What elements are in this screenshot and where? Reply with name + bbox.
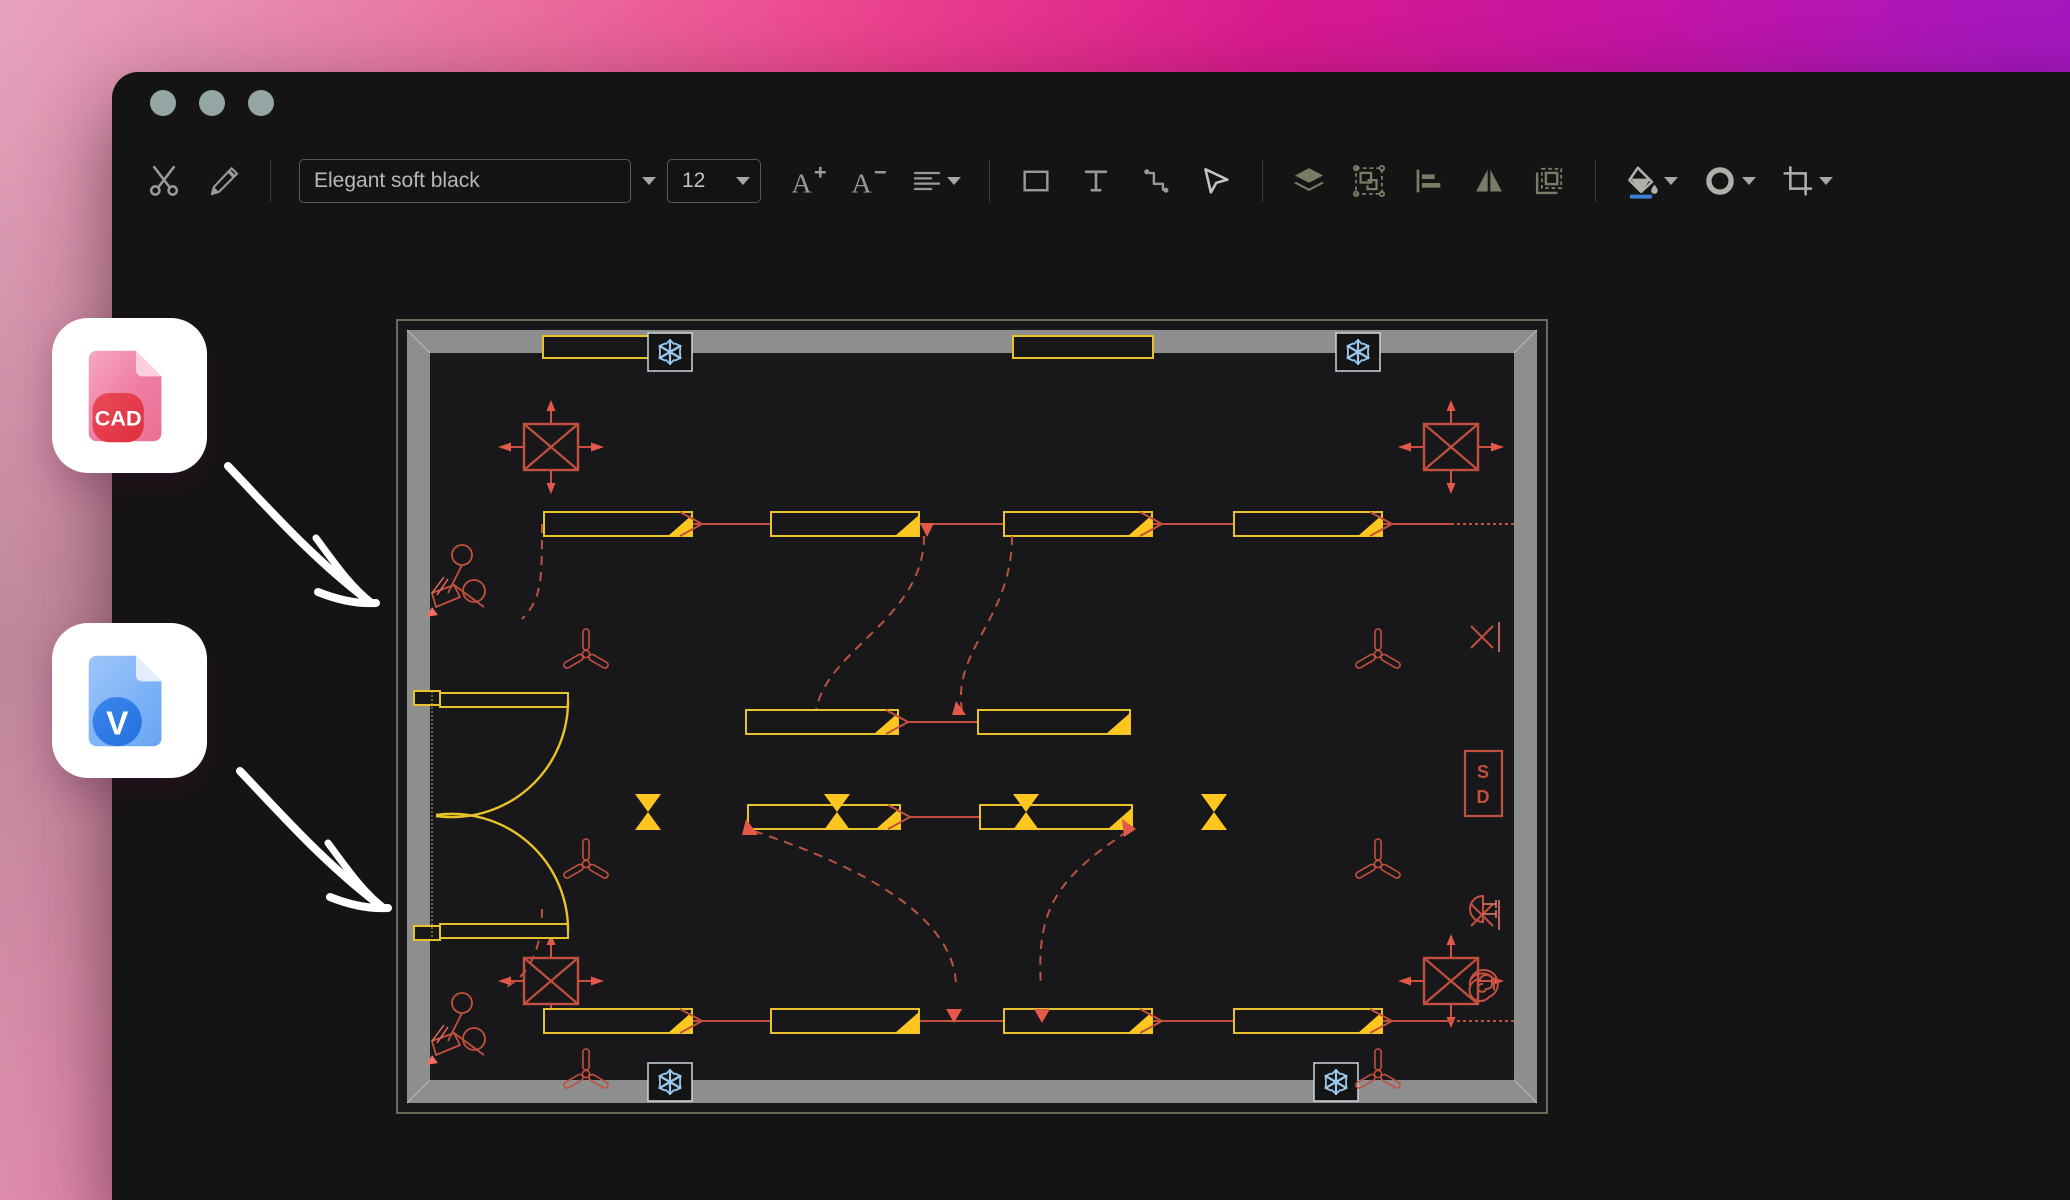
rectangle-icon bbox=[1023, 170, 1049, 192]
toolbar-divider-3 bbox=[1262, 160, 1263, 202]
cad-file-icon: CAD bbox=[88, 350, 161, 442]
chevron-down-icon bbox=[947, 177, 961, 185]
chevron-down-icon bbox=[1819, 177, 1833, 185]
canvas-area[interactable]: S D bbox=[112, 228, 2070, 1200]
toolbar: Elegant soft black 12 A A bbox=[112, 134, 2070, 228]
cad-drawing[interactable]: S D bbox=[396, 319, 1548, 1114]
toolbar-divider-4 bbox=[1595, 160, 1596, 202]
format-painter-button[interactable] bbox=[194, 151, 254, 211]
smoke-detector-label-s: S bbox=[1477, 762, 1489, 782]
chevron-down-icon bbox=[736, 177, 750, 185]
duct-run-top bbox=[543, 511, 1516, 537]
duct-segment bbox=[747, 804, 901, 830]
visio-file-icon: V bbox=[88, 655, 161, 746]
font-name-dropdown-button[interactable] bbox=[631, 159, 667, 203]
svg-text:A: A bbox=[791, 169, 811, 200]
chevron-down-icon bbox=[1664, 177, 1678, 185]
duct-segment bbox=[1233, 1008, 1383, 1034]
font-size-value: 12 bbox=[682, 169, 706, 192]
smoke-detector-label-d: D bbox=[1477, 787, 1490, 807]
crop-icon bbox=[1783, 166, 1813, 196]
font-name-value: Elegant soft black bbox=[314, 169, 480, 192]
connector-icon bbox=[1144, 169, 1169, 193]
walls bbox=[406, 329, 1538, 1104]
increase-font-size-button[interactable]: A bbox=[779, 151, 839, 211]
insert-text-button[interactable] bbox=[1066, 151, 1126, 211]
visio-badge-label: V bbox=[106, 705, 129, 742]
chevron-down-icon bbox=[642, 177, 656, 185]
toolbar-divider-2 bbox=[989, 160, 990, 202]
line-color-button[interactable] bbox=[1690, 151, 1768, 211]
fill-bucket-icon bbox=[1628, 166, 1658, 199]
text-align-button[interactable] bbox=[899, 151, 973, 211]
font-size-input[interactable]: 12 bbox=[667, 159, 761, 203]
layers-button[interactable] bbox=[1279, 151, 1339, 211]
arrange-icon bbox=[1535, 167, 1563, 195]
chevron-down-icon bbox=[1742, 177, 1756, 185]
group-objects-button[interactable] bbox=[1339, 151, 1399, 211]
snowflake-badge-bottom-right bbox=[1313, 1062, 1359, 1102]
arrange-button[interactable] bbox=[1519, 151, 1579, 211]
text-icon bbox=[1084, 170, 1108, 192]
window-minimize-button[interactable] bbox=[199, 90, 225, 116]
window-maximize-button[interactable] bbox=[248, 90, 274, 116]
svg-text:A: A bbox=[851, 169, 871, 200]
align-objects-button[interactable] bbox=[1399, 151, 1459, 211]
circle-outline-icon bbox=[1706, 167, 1734, 195]
scissors-icon bbox=[149, 165, 179, 196]
duct-segment bbox=[1003, 511, 1153, 537]
flip-button[interactable] bbox=[1459, 151, 1519, 211]
cut-button[interactable] bbox=[134, 151, 194, 211]
duct-segment bbox=[1003, 1008, 1153, 1034]
duct-run-bottom bbox=[543, 1008, 1516, 1034]
group-icon bbox=[1352, 164, 1386, 198]
snowflake-badge-top-right bbox=[1335, 332, 1381, 372]
window-titlebar bbox=[112, 72, 2070, 134]
duct-segment bbox=[770, 1008, 920, 1034]
align-objects-icon bbox=[1416, 169, 1441, 193]
snowflake-badge-bottom-left bbox=[647, 1062, 693, 1102]
paint-brush-icon bbox=[210, 166, 239, 196]
layers-icon bbox=[1294, 168, 1324, 192]
decrease-font-size-button[interactable]: A bbox=[839, 151, 899, 211]
screenshot-stage: Elegant soft black 12 A A S D CAD V bbox=[0, 0, 2070, 1200]
font-grow-icon: A bbox=[791, 166, 826, 200]
align-left-icon bbox=[913, 171, 941, 191]
duct-segment bbox=[979, 804, 1133, 830]
duct-segment bbox=[745, 709, 899, 735]
app-window: Elegant soft black 12 A A S D bbox=[112, 72, 2070, 1200]
duct-segment bbox=[770, 511, 920, 537]
crop-button[interactable] bbox=[1768, 151, 1846, 211]
duct-segment bbox=[977, 709, 1131, 735]
cad-floor-plan-svg: S D bbox=[396, 319, 1548, 1114]
font-shrink-icon: A bbox=[851, 169, 886, 200]
toolbar-divider-1 bbox=[270, 160, 271, 202]
duct-segment bbox=[543, 1008, 693, 1034]
duct-segment bbox=[1233, 511, 1383, 537]
window-close-button[interactable] bbox=[150, 90, 176, 116]
fill-color-button[interactable] bbox=[1612, 151, 1690, 211]
visio-file-icon-card[interactable]: V bbox=[52, 623, 207, 778]
pointer-tool-button[interactable] bbox=[1186, 151, 1246, 211]
font-name-input[interactable]: Elegant soft black bbox=[299, 159, 631, 203]
cursor-arrow-icon bbox=[1204, 168, 1229, 194]
smoke-detector: S D bbox=[1463, 749, 1504, 818]
cad-badge-label: CAD bbox=[94, 405, 141, 430]
flip-horizontal-icon bbox=[1476, 168, 1502, 193]
shape-rectangle-button[interactable] bbox=[1006, 151, 1066, 211]
connector-button[interactable] bbox=[1126, 151, 1186, 211]
snowflake-badge-top-left bbox=[647, 332, 693, 372]
cad-file-icon-card[interactable]: CAD bbox=[52, 318, 207, 473]
fill-color-swatch bbox=[1630, 194, 1652, 199]
duct-segment bbox=[543, 511, 693, 537]
